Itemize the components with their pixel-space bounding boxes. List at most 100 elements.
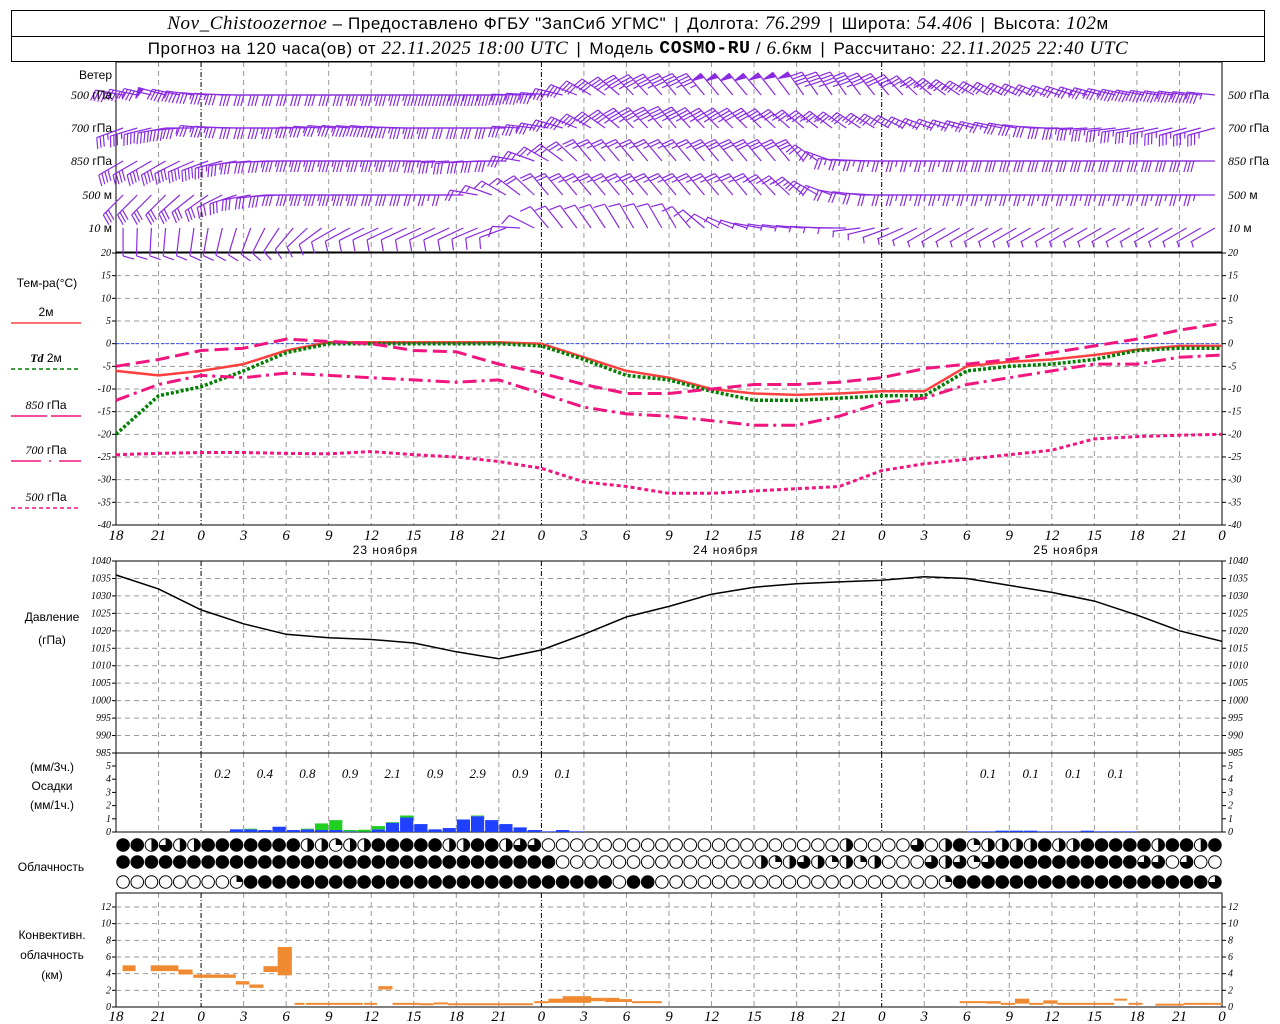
wind-barb-shaft [381, 227, 407, 241]
cloud-fill-half [761, 855, 768, 869]
time-tick-label: 3 [579, 528, 588, 544]
wind-barb-half-feather [558, 179, 565, 183]
wind-barb [661, 106, 691, 129]
wind-barb-shaft [449, 189, 478, 196]
wind-barb-feather [310, 241, 316, 254]
wind-barb-flag [691, 72, 705, 82]
cloud-symbol [1208, 838, 1222, 852]
cloud-symbol [1108, 875, 1123, 889]
precip-bar [1066, 831, 1080, 832]
cloud-fill-half [1058, 838, 1066, 852]
wind-barb-shaft [202, 227, 209, 256]
cloud-symbol [881, 855, 896, 869]
time-tick-label: 6 [963, 528, 971, 544]
conv-tick-right: 8 [1228, 935, 1233, 946]
wind-barb-feather [1105, 160, 1110, 173]
wind-barb-feather [132, 171, 137, 183]
cloud-symbol [414, 855, 428, 869]
wind-barb-half-feather [1008, 194, 1012, 202]
wind-barb [1129, 127, 1159, 146]
wind-barb [175, 227, 188, 261]
wind-barb-half-feather [866, 160, 870, 168]
wind-barb-feather [417, 194, 422, 207]
convective-cloud-bar [1014, 998, 1030, 1004]
wind-barb-feather [250, 127, 256, 140]
wind-barb-shaft [574, 204, 592, 229]
wind-barb-half-feather [600, 179, 607, 183]
cloud-symbol [414, 875, 428, 889]
wind-barb-feather [389, 194, 394, 207]
wind-barb-feather [360, 194, 366, 207]
time-tick-label: 21 [832, 528, 847, 544]
wind-barb-feather [220, 163, 224, 175]
wind-barb-feather [913, 160, 919, 173]
wind-barb [633, 139, 663, 162]
wind-barb-feather [988, 160, 993, 173]
wind-level-num: 500 [82, 188, 100, 202]
wind-barb-feather [431, 194, 436, 207]
wind-barb-feather [179, 92, 185, 104]
temp-tick-left: 20 [101, 248, 111, 259]
wind-barb-feather [268, 194, 273, 207]
wind-barb-shaft [647, 203, 663, 229]
wind-barb-half-feather [387, 127, 391, 134]
precip-3h-total: 0.9 [427, 766, 444, 781]
precip-3h-unit: (мм/3ч.) [30, 760, 74, 774]
pressure-tick-right: 985 [1228, 748, 1243, 759]
conv-tick-right: 2 [1228, 985, 1233, 996]
wind-barb-feather [438, 127, 443, 140]
wind-barb-half-feather [1105, 241, 1109, 248]
wind-barb-feather [324, 241, 329, 253]
wind-barb-shaft [395, 227, 422, 241]
wind-barb-feather [406, 194, 412, 207]
wind-barb-half-feather [416, 127, 420, 135]
wind-level-label-left: 10 м [88, 221, 112, 235]
wind-barb-feather [187, 168, 190, 180]
cloud-symbol [385, 838, 400, 852]
pressure-tick-right: 1030 [1228, 591, 1248, 602]
wind-barb-shaft [949, 227, 975, 243]
wind-barb-half-feather [1178, 194, 1182, 202]
cloud-symbol [258, 855, 272, 869]
wind-barb-feather [1087, 160, 1092, 173]
wind-barb-shaft [935, 227, 960, 243]
wind-level-unit: гПа [89, 88, 112, 102]
wind-barb-feather [181, 170, 184, 182]
wind-barb-feather [1121, 131, 1124, 144]
wind-barb-half-feather [1022, 194, 1026, 202]
cloud-symbol [1066, 875, 1080, 889]
cloud-symbol [1094, 855, 1109, 869]
cloud-symbol [414, 838, 428, 852]
wind-barb-feather [561, 82, 571, 92]
legend-label: 2м [39, 305, 54, 319]
wind-level-num: 700 [1228, 121, 1246, 135]
cloud-symbol [541, 855, 556, 869]
time-tick-label-bottom: 21 [1172, 1009, 1187, 1024]
convective-cloud-bar [632, 1001, 662, 1004]
wind-barb-half-feather [783, 181, 789, 187]
wind-barb-feather [928, 194, 933, 207]
cloud-symbol [442, 875, 457, 889]
wind-barb-feather [832, 71, 844, 78]
conv-tick-right: 0 [1228, 1002, 1233, 1013]
wind-barb-feather [353, 94, 358, 107]
wind-barb-feather [167, 172, 171, 184]
cloud-symbol [1123, 838, 1137, 852]
wind-barb-feather [974, 194, 979, 207]
wind-barb-flag [763, 71, 777, 80]
wind-barb-half-feather [817, 227, 820, 235]
legend-label: Td 2м [30, 351, 62, 365]
wind-barb [501, 214, 535, 229]
wind-barb-half-feather [331, 194, 335, 202]
cloud-symbol [371, 838, 386, 852]
wind-level-unit: м [1240, 221, 1252, 235]
cloud-symbol [470, 875, 485, 889]
cloud-axis-label: Облачность [18, 860, 84, 874]
wind-barb-shaft [1133, 227, 1159, 243]
wind-barb-half-feather [1097, 129, 1100, 137]
pressure-tick-right: 1015 [1228, 643, 1248, 654]
temp-tick-right: -10 [1228, 384, 1241, 395]
wind-barb-feather [236, 127, 241, 140]
wind-barb-feather [304, 94, 309, 107]
pressure-tick-right: 1035 [1228, 573, 1248, 584]
